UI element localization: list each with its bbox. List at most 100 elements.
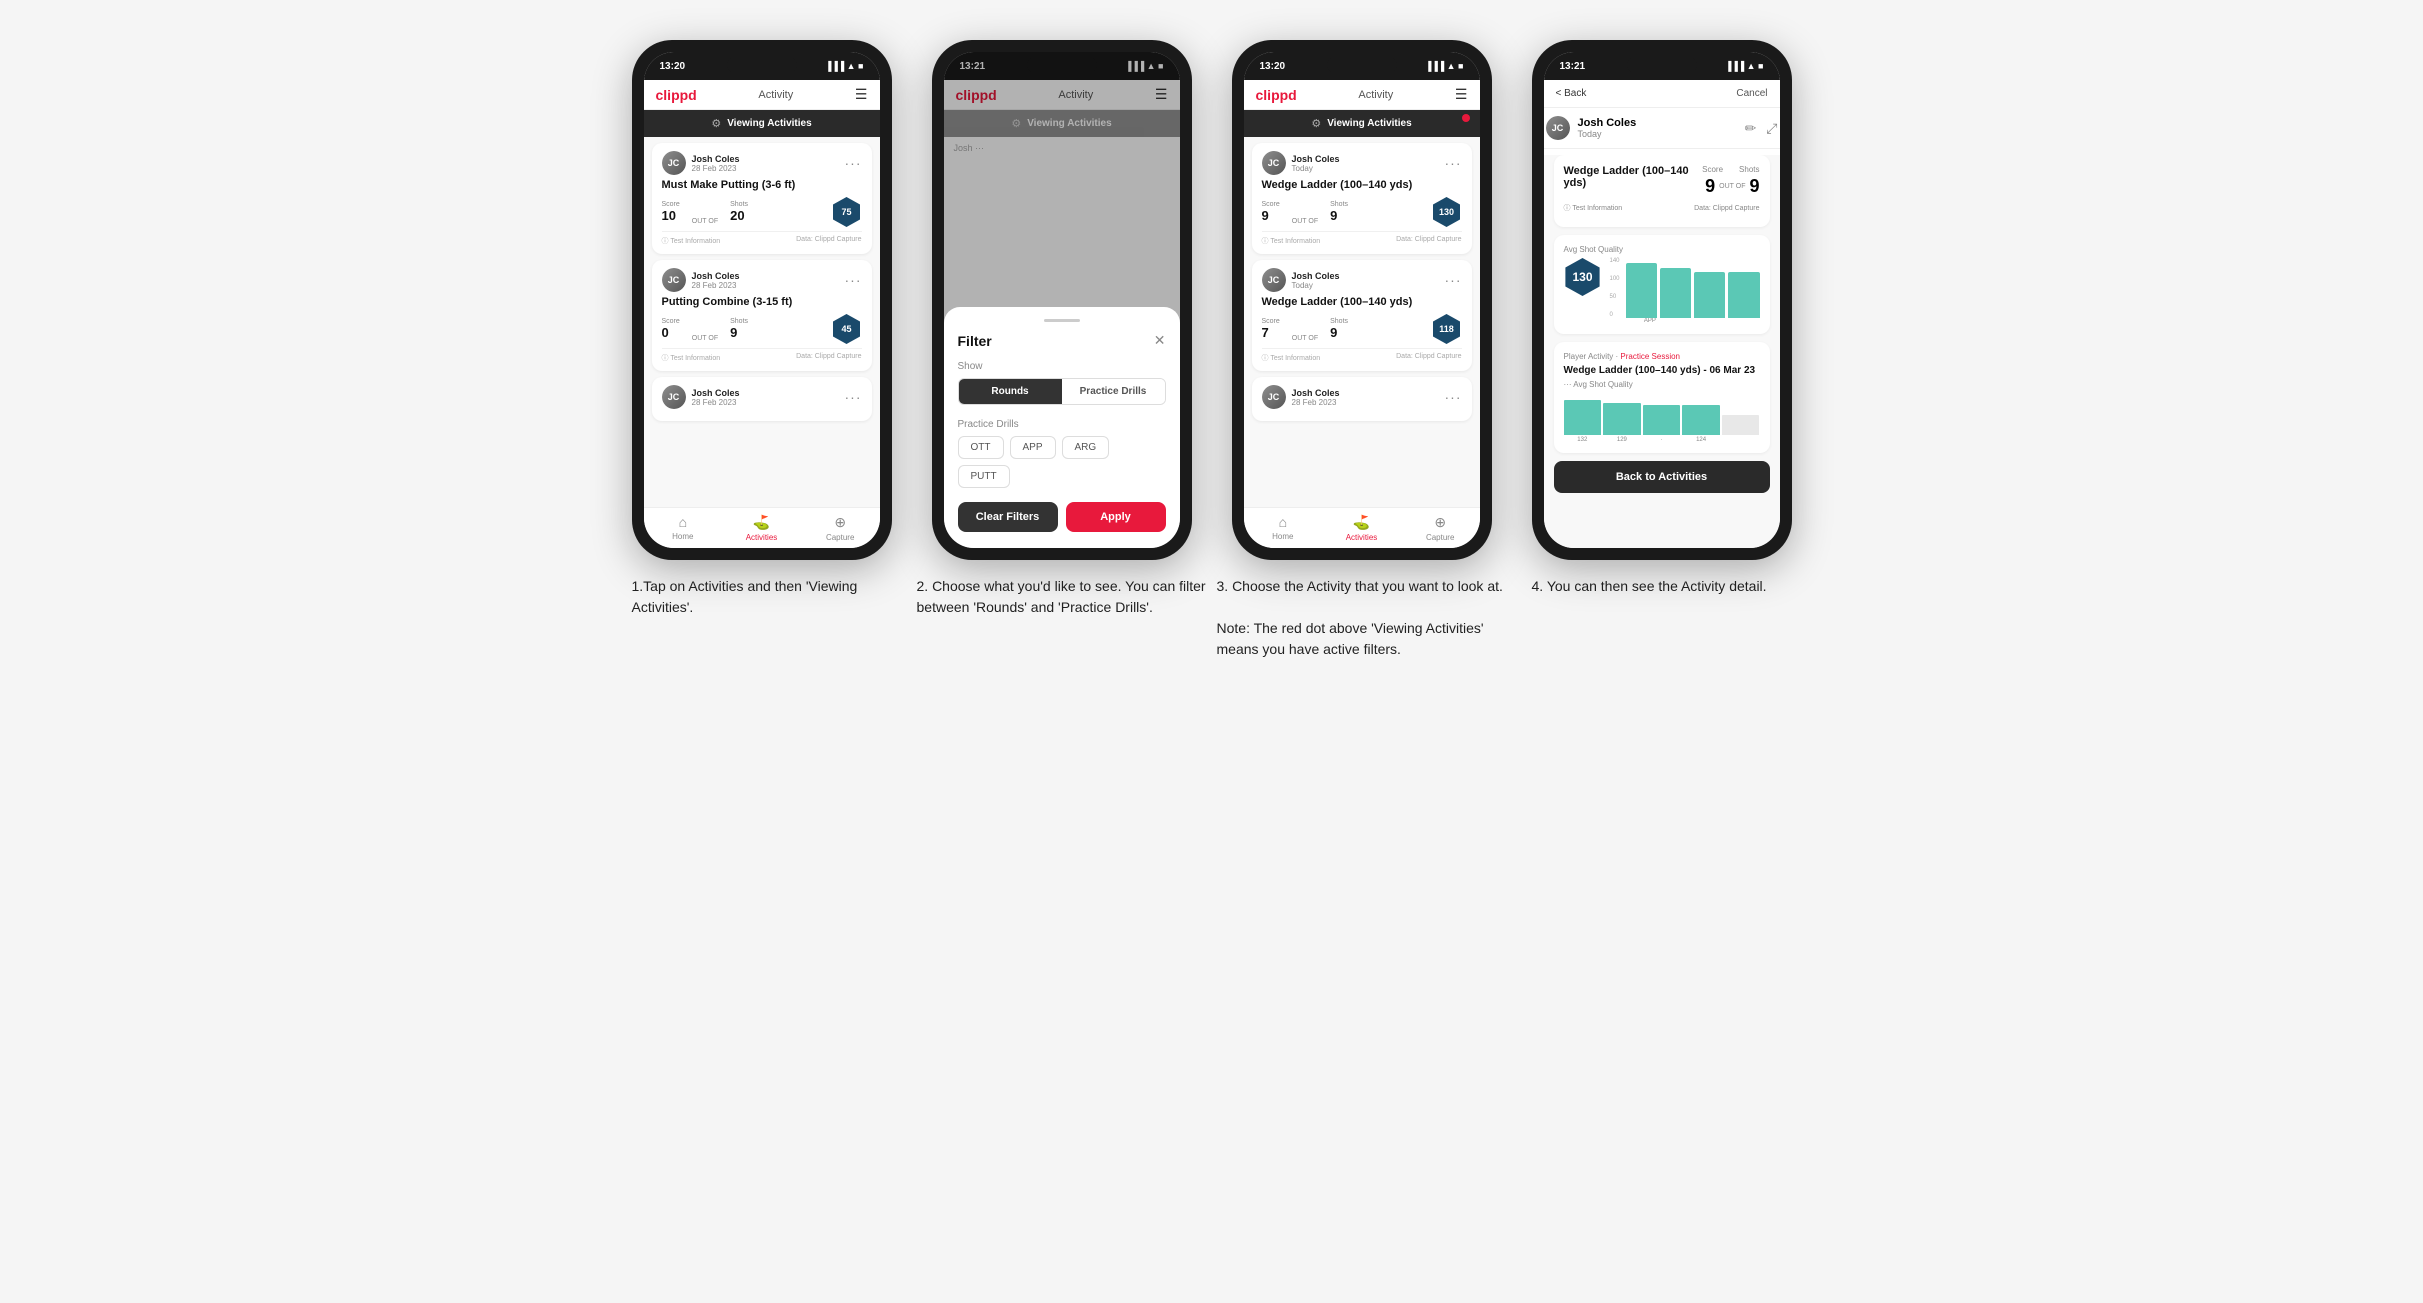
nav-home-3[interactable]: ⌂ Home [1244,514,1323,542]
card-title-3-1: Wedge Ladder (100–140 yds) [1262,179,1462,191]
session-title-4: Wedge Ladder (100–140 yds) - 06 Mar 23 [1564,365,1760,376]
apply-btn[interactable]: Apply [1066,502,1166,532]
sq-badge-1-1: 75 [832,197,862,227]
user-date-3-3: 28 Feb 2023 [1292,398,1340,407]
test-info-4: ⓘ Test Information [1564,203,1623,213]
more-icon-1-2[interactable]: ··· [845,272,862,288]
avatar-3-2: JC [1262,268,1286,292]
tag-putt[interactable]: PUTT [958,465,1010,488]
shots-col-label-4: Shots [1739,165,1759,174]
filter-sheet-2: Filter ✕ Show Rounds Practice Drills Pra… [944,307,1180,548]
signal-icons-3: ▐▐▐ ▲ ■ [1425,61,1463,71]
activity-card-1-3[interactable]: JC Josh Coles 28 Feb 2023 ··· [652,377,872,421]
nav-activities-1[interactable]: ⛳ Activities [722,514,801,542]
user-info-1-2: JC Josh Coles 28 Feb 2023 [662,268,740,292]
out-of-1-2: OUT OF [692,335,718,344]
nav-home-1[interactable]: ⌂ Home [644,514,723,542]
phone-screen-3: 13:20 ▐▐▐ ▲ ■ clippd Activity ☰ ⚙ Viewin… [1244,52,1480,548]
footer-right-1-1: Data: Clippd Capture [796,236,861,246]
menu-icon-1[interactable]: ☰ [855,86,868,103]
more-icon-1-3[interactable]: ··· [845,389,862,405]
edit-icon-4[interactable]: ✏ [1745,120,1757,137]
filter-show-label: Show [958,361,1166,372]
activity-card-3-2[interactable]: JC Josh Coles Today ··· Wedge Ladder (10… [1252,260,1472,371]
phone-col-3: 13:20 ▐▐▐ ▲ ■ clippd Activity ☰ ⚙ Viewin… [1227,40,1497,660]
activity-card-1-2[interactable]: JC Josh Coles 28 Feb 2023 ··· Putting Co… [652,260,872,371]
mini-bar-1 [1564,400,1602,435]
more-icon-1-1[interactable]: ··· [845,155,862,171]
cancel-btn-4[interactable]: Cancel [1736,88,1767,99]
viewing-bar-1[interactable]: ⚙ Viewing Activities [644,110,880,137]
filter-practice-label: Practice Drills [958,419,1166,430]
time-4: 13:21 [1560,61,1586,72]
card-footer-1-1: ⓘ Test Information Data: Clippd Capture [662,231,862,246]
detail-user-text-4: Josh Coles Today [1578,117,1637,139]
filter-header: Filter ✕ [958,332,1166,349]
user-name-date-1-1: Josh Coles 28 Feb 2023 [692,154,740,173]
chart-label-2 [1667,318,1696,324]
avatar-4: JC [1546,116,1570,140]
phone-frame-1: 13:20 ▐▐▐ ▲ ■ clippd Activity ☰ ⚙ Viewin… [632,40,892,560]
y-label-0: 0 [1610,312,1620,318]
user-name-date-3-3: Josh Coles 28 Feb 2023 [1292,388,1340,407]
phone-col-4: 13:21 ▐▐▐ ▲ ■ < Back Cancel JC Josh Cole… [1527,40,1797,597]
stats-row-1-1: Score 10 OUT OF Shots 20 75 [662,197,862,227]
practice-session-card-4: Player Activity · Practice Session Wedge… [1554,342,1770,453]
nav-capture-3[interactable]: ⊕ Capture [1401,514,1480,542]
user-info-1-1: JC Josh Coles 28 Feb 2023 [662,151,740,175]
clear-filters-btn[interactable]: Clear Filters [958,502,1058,532]
practice-session-text-4: Practice Session [1620,352,1680,361]
user-info-3-3: JC Josh Coles 28 Feb 2023 [1262,385,1340,409]
phone-screen-1: 13:20 ▐▐▐ ▲ ■ clippd Activity ☰ ⚙ Viewin… [644,52,880,548]
card-header-3-3: JC Josh Coles 28 Feb 2023 ··· [1262,385,1462,409]
user-date-3-1: Today [1292,164,1340,173]
out-of-1-1: OUT OF [692,218,718,227]
score-group-3-1: Score 9 [1262,201,1280,223]
caption-1: 1.Tap on Activities and then 'Viewing Ac… [632,576,892,618]
shots-label-1-2: Shots [730,318,748,325]
viewing-bar-3[interactable]: ⚙ Viewing Activities [1244,110,1480,137]
status-bar-1: 13:20 ▐▐▐ ▲ ■ [644,52,880,80]
home-icon-3: ⌂ [1279,514,1287,530]
card-footer-3-1: ⓘ Test Information Data: Clippd Capture [1262,231,1462,246]
activity-card-1-1[interactable]: JC Josh Coles 28 Feb 2023 ··· Must Make … [652,143,872,254]
phone-frame-3: 13:20 ▐▐▐ ▲ ■ clippd Activity ☰ ⚙ Viewin… [1232,40,1492,560]
tag-app[interactable]: APP [1010,436,1056,459]
user-name-date-1-2: Josh Coles 28 Feb 2023 [692,271,740,290]
user-info-1-3: JC Josh Coles 28 Feb 2023 [662,385,740,409]
activity-card-3-1[interactable]: JC Josh Coles Today ··· Wedge Ladder (10… [1252,143,1472,254]
data-capture-4: Data: Clippd Capture [1694,205,1759,212]
red-dot-3 [1462,114,1470,122]
shots-group-1-2: Shots 9 [730,318,748,340]
phone-frame-4: 13:21 ▐▐▐ ▲ ■ < Back Cancel JC Josh Cole… [1532,40,1792,560]
card-title-1-2: Putting Combine (3-15 ft) [662,296,862,308]
nav-capture-1[interactable]: ⊕ Capture [801,514,880,542]
activity-card-3-3[interactable]: JC Josh Coles 28 Feb 2023 ··· [1252,377,1472,421]
back-to-activities-btn-4[interactable]: Back to Activities [1554,461,1770,493]
caption-3-text: 3. Choose the Activity that you want to … [1217,578,1503,657]
more-icon-3-2[interactable]: ··· [1445,272,1462,288]
more-icon-3-1[interactable]: ··· [1445,155,1462,171]
logo-3: clippd [1256,87,1297,103]
score-group-3-2: Score 7 [1262,318,1280,340]
score-value-1-2: 0 [662,325,680,340]
score-group-1-2: Score 0 [662,318,680,340]
back-btn-4[interactable]: < Back [1556,88,1587,99]
more-icon-3-3[interactable]: ··· [1445,389,1462,405]
score-label-1-2: Score [662,318,680,325]
menu-icon-3[interactable]: ☰ [1455,86,1468,103]
y-label-50: 50 [1610,294,1620,300]
nav-activities-label-3: Activities [1346,533,1378,542]
user-name-date-1-3: Josh Coles 28 Feb 2023 [692,388,740,407]
detail-action-icons-4: ✏ ⤢ [1745,120,1778,137]
tag-arg[interactable]: ARG [1062,436,1110,459]
nav-activities-3[interactable]: ⛳ Activities [1322,514,1401,542]
chart-label-4 [1731,318,1760,324]
practice-drills-toggle[interactable]: Practice Drills [1062,379,1165,404]
tag-ott[interactable]: OTT [958,436,1004,459]
shots-value-3-1: 9 [1330,208,1348,223]
expand-icon-4[interactable]: ⤢ [1766,120,1777,137]
card-header-1-2: JC Josh Coles 28 Feb 2023 ··· [662,268,862,292]
filter-close-btn[interactable]: ✕ [1154,332,1166,349]
rounds-toggle[interactable]: Rounds [959,379,1062,404]
